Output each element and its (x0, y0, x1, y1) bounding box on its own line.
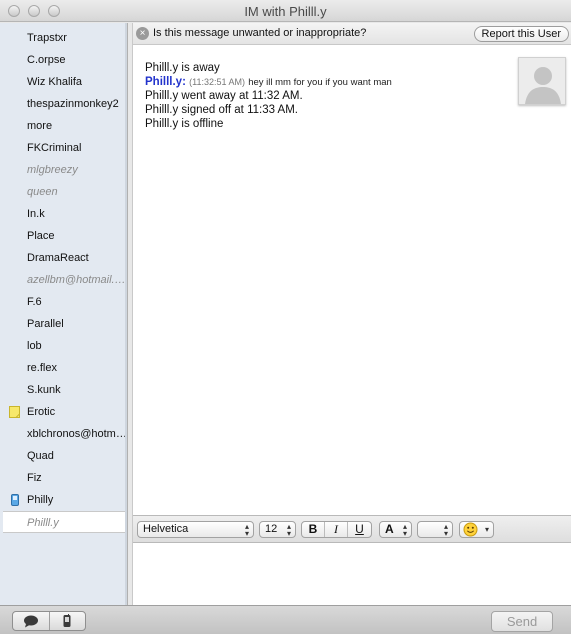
smiley-icon (463, 522, 478, 537)
message-input[interactable] (133, 543, 571, 605)
background-color-select[interactable]: ▴ ▾ (417, 521, 453, 538)
buddy-name: Quad (27, 450, 54, 462)
dismiss-warning-icon[interactable]: × (136, 27, 149, 40)
status-line: Philll.y is offline (145, 118, 224, 130)
buddy-list-item[interactable]: more (0, 115, 127, 137)
buddy-list-item[interactable]: Quad (0, 445, 127, 467)
buddy-list-item[interactable]: Place (0, 225, 127, 247)
buddy-list-item[interactable]: Fiz (0, 467, 127, 489)
buddy-name: Place (27, 230, 55, 242)
buddy-list-item[interactable]: C.orpse (0, 49, 127, 71)
chat-transcript: Philll.y is away Philll.y: (11:32:51 AM) … (133, 45, 571, 515)
buddy-name: Trapstxr (27, 32, 67, 44)
font-family-value: Helvetica (143, 523, 189, 535)
buddy-name: lob (27, 340, 42, 352)
message-sender: Philll.y: (145, 76, 186, 88)
message-list: Philll.y is away Philll.y: (11:32:51 AM) … (145, 61, 392, 131)
mobile-phone-icon (9, 494, 20, 506)
text-color-select[interactable]: A ▴ ▾ (379, 521, 412, 538)
buddy-list-item[interactable]: lob (0, 335, 127, 357)
message-text: hey ill mm for you if you want man (248, 77, 392, 88)
buddy-name: F.6 (27, 296, 42, 308)
buddy-list-item[interactable]: F.6 (0, 291, 127, 313)
buddy-list-item[interactable]: Parallel (0, 313, 127, 335)
popup-arrows-icon: ▴ ▾ (443, 522, 448, 538)
im-mode-segmented-control (12, 611, 86, 631)
note-icon (9, 406, 20, 418)
buddy-name: mlgbreezy (27, 164, 78, 176)
bold-button[interactable]: B (302, 522, 325, 537)
buddy-name: FKCriminal (27, 142, 82, 154)
sidebar-edge (125, 23, 127, 605)
buddy-list-item[interactable]: In.k (0, 203, 127, 225)
buddy-list-item[interactable]: mlgbreezy (0, 159, 127, 181)
buddy-name: In.k (27, 208, 45, 220)
buddy-list-item[interactable]: Erotic (0, 401, 127, 423)
buddy-list-item[interactable]: Wiz Khalifa (0, 71, 127, 93)
im-window: IM with Philll.y Trapstxr C.orpse Wiz Khal… (0, 0, 571, 634)
buddy-name: re.flex (27, 362, 57, 374)
dropdown-arrow-icon: ▾ (484, 525, 489, 534)
buddy-list-item[interactable]: S.kunk (0, 379, 127, 401)
mobile-phone-icon (63, 614, 71, 627)
emoticon-select[interactable]: ▾ (459, 521, 494, 538)
status-line: Philll.y signed off at 11:33 AM. (145, 104, 298, 116)
font-size-select[interactable]: 12 ▴ ▾ (259, 521, 296, 538)
buddy-name: Philll.y (27, 517, 59, 529)
buddy-list-item[interactable]: Philly (0, 489, 127, 511)
buddy-name: xblchronos@hotmail.com (27, 428, 127, 440)
buddy-name: Parallel (27, 318, 64, 330)
formatting-toolbar: Helvetica ▴ ▾ 12 ▴ ▾ B I U A ▴ ▾ ▴ ▾ ▾ (133, 515, 571, 543)
buddy-list-sidebar: Trapstxr C.orpse Wiz Khalifa thespazinmonke… (0, 23, 128, 605)
text-style-buttons: B I U (301, 521, 372, 538)
buddy-list-item[interactable]: azellbm@hotmail.com (0, 269, 127, 291)
underline-button[interactable]: U (348, 522, 371, 537)
chat-pane: × Is this message unwanted or inappropri… (132, 23, 571, 605)
buddy-list-item[interactable]: FKCriminal (0, 137, 127, 159)
font-size-value: 12 (265, 523, 278, 535)
buddy-name: Erotic (27, 406, 56, 418)
buddy-list-item[interactable]: Philll.y (3, 511, 127, 533)
default-avatar-icon (519, 58, 565, 104)
buddy-name: more (27, 120, 53, 132)
buddy-list-item[interactable]: Trapstxr (0, 27, 127, 49)
buddy-name: DramaReact (27, 252, 89, 264)
buddy-name: C.orpse (27, 54, 66, 66)
speech-bubble-icon (23, 615, 38, 627)
title-bar: IM with Philll.y (0, 0, 571, 22)
message-timestamp: (11:32:51 AM) (189, 77, 245, 87)
popup-arrows-icon: ▴ ▾ (286, 522, 291, 538)
buddy-list-item[interactable]: thespazinmonkey2 (0, 93, 127, 115)
buddy-list-item[interactable]: queen (0, 181, 127, 203)
report-user-button[interactable]: Report this User (473, 26, 569, 42)
chat-message: Philll.y: (11:32:51 AM) hey ill mm for y… (145, 75, 392, 89)
text-color-label: A (385, 522, 394, 536)
buddy-name: queen (27, 186, 58, 198)
popup-arrows-icon: ▴ ▾ (402, 522, 407, 538)
unwanted-message-bar: × Is this message unwanted or inappropri… (133, 23, 571, 45)
buddy-avatar (518, 57, 566, 105)
italic-button[interactable]: I (325, 522, 348, 537)
window-title: IM with Philll.y (244, 4, 327, 19)
font-family-select[interactable]: Helvetica ▴ ▾ (137, 521, 254, 538)
status-line: Philll.y is away (145, 62, 220, 74)
buddy-name: Fiz (27, 472, 42, 484)
buddy-name: thespazinmonkey2 (27, 98, 119, 110)
send-button[interactable]: Send (491, 611, 553, 632)
buddy-name: Wiz Khalifa (27, 76, 83, 88)
buddy-list: Trapstxr C.orpse Wiz Khalifa thespazinmonke… (0, 23, 127, 533)
status-line: Philll.y went away at 11:32 AM. (145, 90, 303, 102)
buddy-list-item[interactable]: xblchronos@hotmail.com (0, 423, 127, 445)
buddy-name: S.kunk (27, 384, 61, 396)
bottom-bar: Send (0, 605, 571, 634)
popup-arrows-icon: ▴ ▾ (244, 522, 249, 538)
sms-mode-button[interactable] (50, 612, 86, 630)
chat-mode-button[interactable] (13, 612, 50, 630)
warning-text: Is this message unwanted or inappropriat… (153, 27, 367, 39)
buddy-name: Philly (27, 494, 54, 506)
buddy-list-item[interactable]: re.flex (0, 357, 127, 379)
buddy-list-item[interactable]: DramaReact (0, 247, 127, 269)
buddy-name: azellbm@hotmail.com (27, 274, 127, 286)
